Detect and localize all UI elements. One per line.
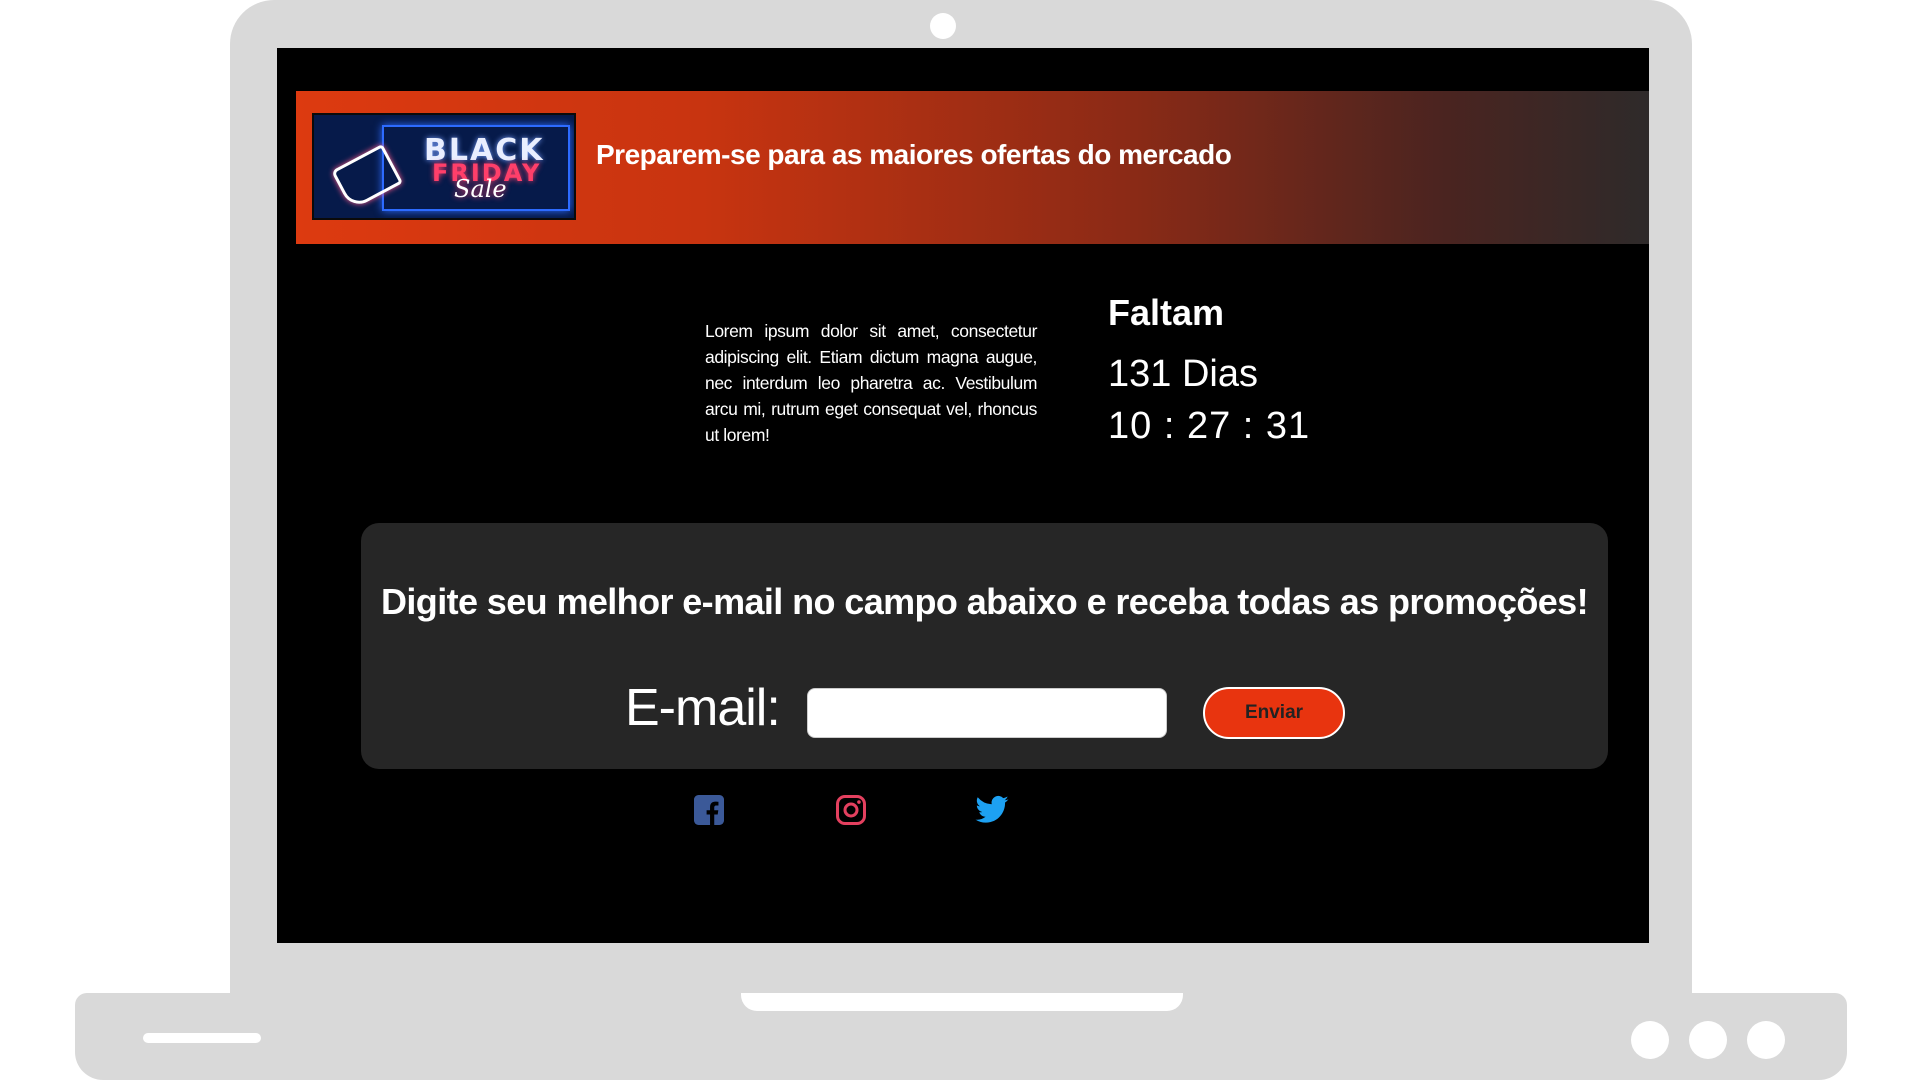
banner-headline: Preparem-se para as maiores ofertas do m…: [596, 139, 1232, 170]
instagram-icon[interactable]: [833, 792, 869, 828]
indicator-light: [1689, 1021, 1727, 1059]
black-friday-logo: BLACK FRIDAY Sale: [312, 113, 576, 220]
twitter-icon[interactable]: [974, 792, 1010, 828]
countdown-days: 131 Dias: [1108, 353, 1258, 395]
laptop-screen: BLACK FRIDAY Sale Preparem-se para as ma…: [277, 48, 1649, 943]
indicator-light: [1631, 1021, 1669, 1059]
trackpad-notch: [741, 993, 1183, 1011]
indicator-light: [1747, 1021, 1785, 1059]
promo-banner: BLACK FRIDAY Sale Preparem-se para as ma…: [296, 91, 1649, 244]
intro-paragraph: Lorem ipsum dolor sit amet, consectetur …: [705, 321, 1037, 445]
laptop-base: [75, 993, 1847, 1080]
email-field[interactable]: [807, 688, 1167, 738]
logo-sale-text: Sale: [454, 175, 507, 203]
signup-heading: Digite seu melhor e-mail no campo abaixo…: [381, 581, 1589, 622]
countdown-label: Faltam: [1108, 292, 1225, 333]
countdown-time: 10 : 27 : 31: [1108, 405, 1311, 447]
send-button[interactable]: Enviar: [1203, 687, 1345, 739]
webcam-dot: [930, 13, 956, 39]
facebook-icon[interactable]: [691, 792, 727, 828]
newsletter-signup-card: Digite seu melhor e-mail no campo abaixo…: [361, 523, 1608, 769]
base-slot: [143, 1033, 261, 1043]
email-label: E-mail:: [625, 679, 781, 737]
